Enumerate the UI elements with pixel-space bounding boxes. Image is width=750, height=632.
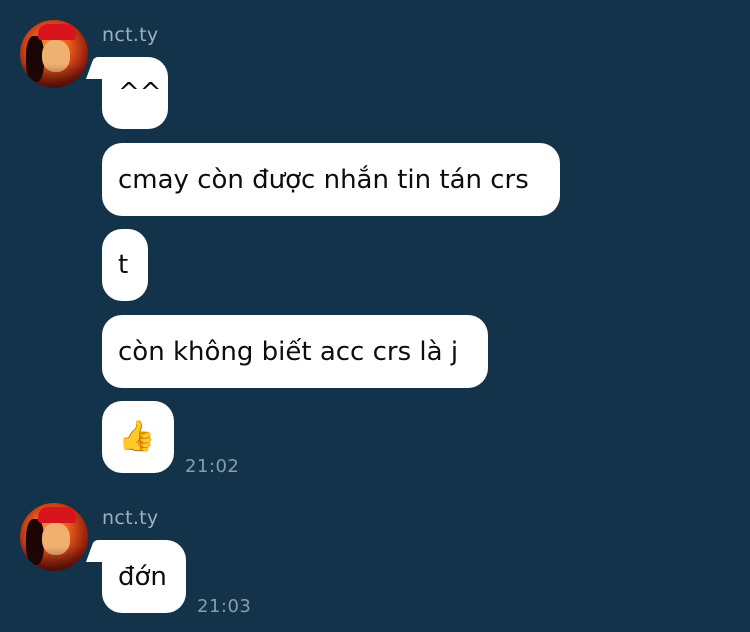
message-timestamp: 21:02 (185, 456, 240, 477)
message-bubble[interactable]: còn không biết acc crs là j (102, 315, 488, 388)
message-bubble[interactable]: cmay còn được nhắn tin tán crs (102, 143, 560, 216)
message-text: ^^ (118, 78, 162, 108)
message-bubble[interactable]: 👍 (102, 401, 174, 473)
message-text: còn không biết acc crs là j (118, 336, 459, 367)
avatar-shade (20, 64, 88, 88)
sender-name[interactable]: nct.ty (102, 507, 158, 529)
avatar-cap (38, 507, 76, 523)
message-timestamp: 21:03 (197, 596, 252, 617)
message-text: t (118, 250, 129, 280)
avatar-shade (20, 547, 88, 571)
message-text: cmay còn được nhắn tin tán crs (118, 164, 529, 195)
message-bubble[interactable]: t (102, 229, 148, 301)
message-bubble[interactable]: ^^ (102, 57, 168, 129)
message-text: đớn (118, 561, 167, 592)
thumbs-up-icon: 👍 (118, 419, 156, 454)
message-bubble[interactable]: đớn (102, 540, 186, 613)
avatar[interactable] (20, 503, 88, 571)
avatar-cap (38, 24, 76, 40)
avatar[interactable] (20, 20, 88, 88)
sender-name[interactable]: nct.ty (102, 24, 158, 46)
